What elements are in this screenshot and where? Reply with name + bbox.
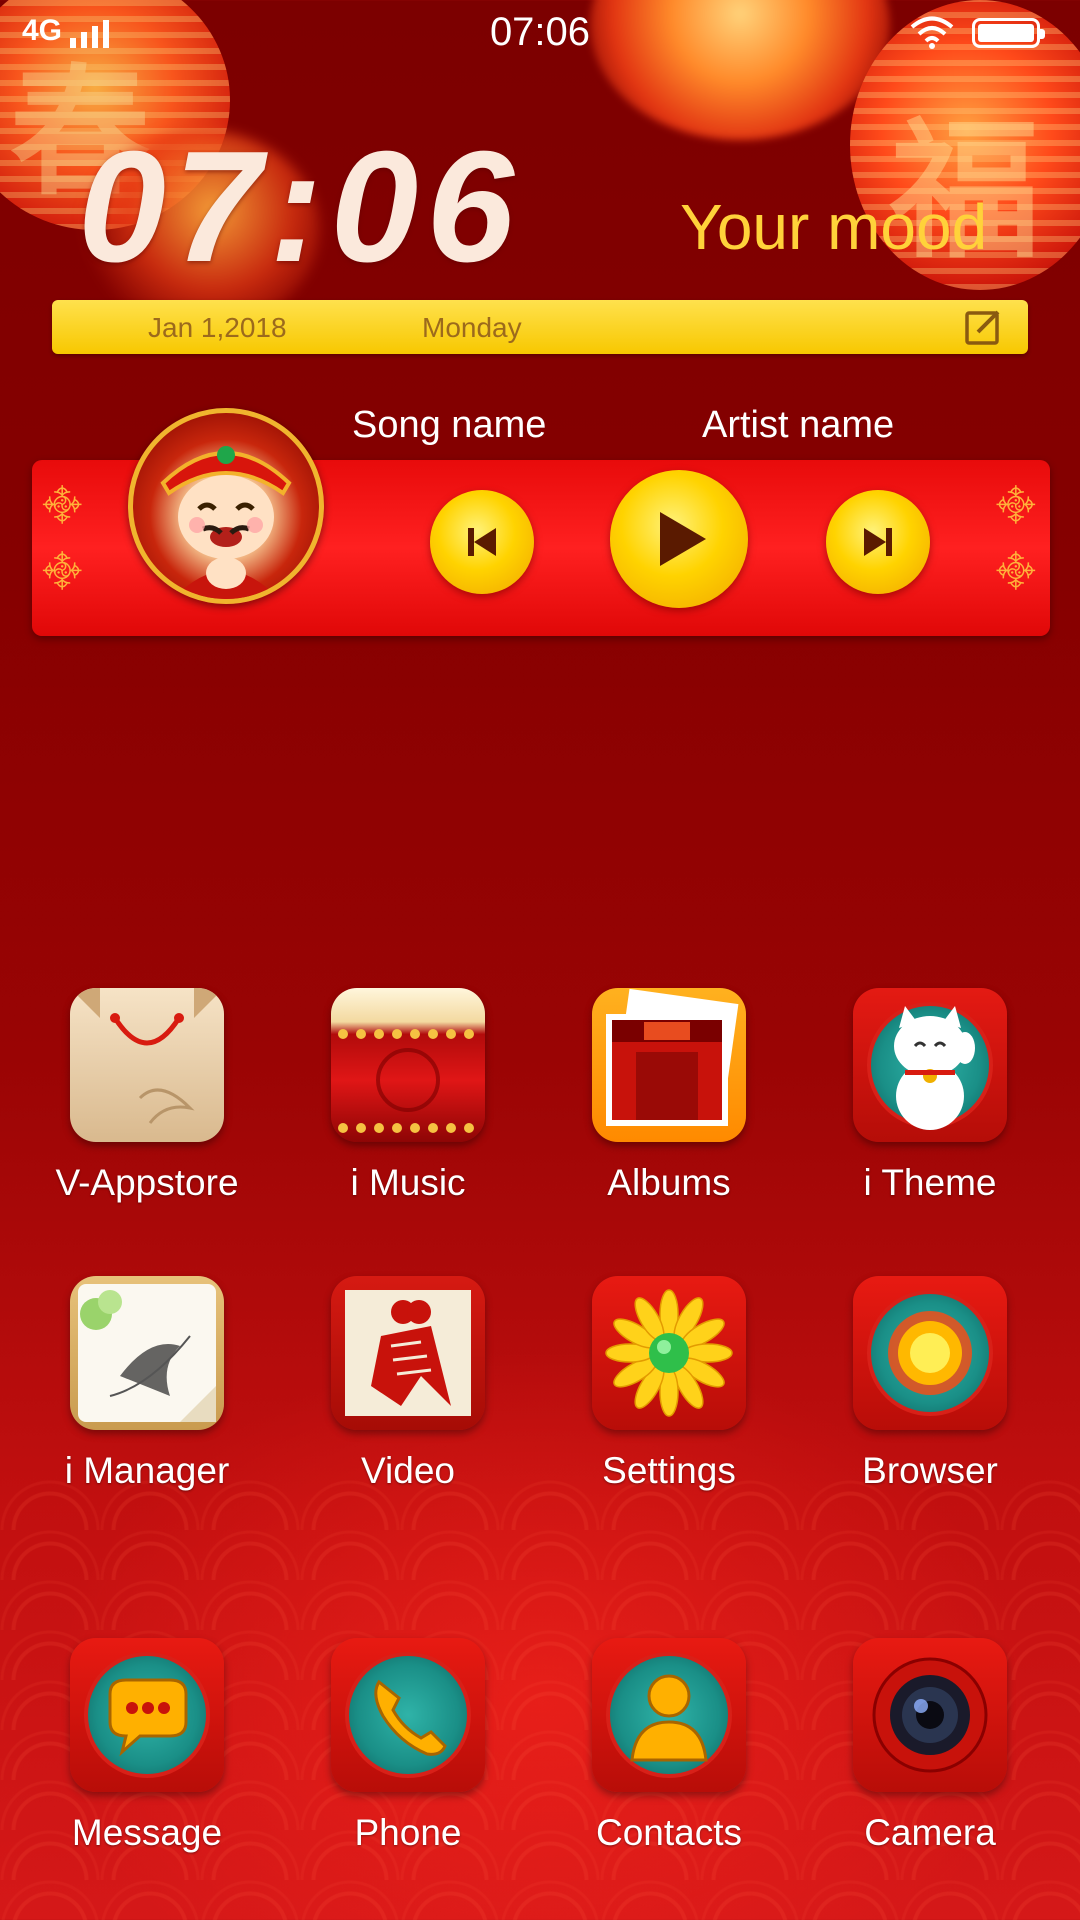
phone-icon bbox=[331, 1638, 485, 1792]
app-browser[interactable]: Browser bbox=[810, 1276, 1050, 1492]
app-label: Video bbox=[361, 1450, 455, 1491]
chrysanthemum-icon bbox=[592, 1276, 746, 1430]
chat-bubble-icon bbox=[70, 1638, 224, 1792]
photo-album-icon bbox=[592, 988, 746, 1142]
skip-forward-icon bbox=[864, 528, 892, 556]
dock-phone[interactable]: Phone bbox=[288, 1638, 528, 1854]
edit-icon[interactable] bbox=[964, 308, 1004, 346]
song-name: Song name bbox=[352, 404, 547, 446]
dock-contacts[interactable]: Contacts bbox=[549, 1638, 789, 1854]
drum-icon bbox=[331, 988, 485, 1142]
mood-text[interactable]: Your mood bbox=[680, 190, 987, 264]
app-v-appstore[interactable]: V-Appstore bbox=[27, 988, 267, 1204]
app-label: Browser bbox=[862, 1450, 998, 1491]
app-label: i Music bbox=[350, 1162, 466, 1203]
shopping-bag-icon bbox=[70, 988, 224, 1142]
album-art[interactable] bbox=[128, 408, 324, 604]
next-button[interactable] bbox=[826, 490, 930, 594]
clock-widget[interactable]: 07:06 bbox=[78, 128, 522, 286]
person-icon bbox=[592, 1638, 746, 1792]
app-label: Albums bbox=[607, 1162, 731, 1203]
previous-button[interactable] bbox=[430, 490, 534, 594]
dock-camera[interactable]: Camera bbox=[810, 1638, 1050, 1854]
dock-message[interactable]: Message bbox=[27, 1638, 267, 1854]
app-label: Message bbox=[71, 1812, 223, 1853]
wifi-icon bbox=[910, 16, 954, 49]
app-video[interactable]: Video bbox=[288, 1276, 528, 1492]
app-i-music[interactable]: i Music bbox=[288, 988, 528, 1204]
app-label: i Manager bbox=[64, 1450, 230, 1491]
sun-globe-icon bbox=[853, 1276, 1007, 1430]
date-bar[interactable]: Jan 1,2018 Monday bbox=[52, 300, 1028, 354]
app-label: Contacts bbox=[595, 1812, 742, 1853]
app-albums[interactable]: Albums bbox=[549, 988, 789, 1204]
app-settings[interactable]: Settings bbox=[549, 1276, 789, 1492]
ink-painting-icon bbox=[70, 1276, 224, 1430]
battery-icon bbox=[972, 18, 1045, 48]
play-icon bbox=[660, 512, 706, 566]
weekday-label: Monday bbox=[422, 312, 522, 343]
date-label: Jan 1,2018 bbox=[148, 312, 287, 343]
ornament-icon: ࿇ bbox=[995, 544, 1036, 595]
app-label: Camera bbox=[864, 1812, 996, 1853]
app-label: V-Appstore bbox=[55, 1162, 239, 1203]
app-i-theme[interactable]: i Theme bbox=[810, 988, 1050, 1204]
god-of-wealth-icon bbox=[160, 446, 292, 599]
app-i-manager[interactable]: i Manager bbox=[27, 1276, 267, 1492]
app-label: i Theme bbox=[863, 1162, 997, 1203]
status-bar: 4G 07:06 bbox=[0, 0, 1080, 66]
lucky-cat-icon bbox=[853, 988, 1007, 1142]
skip-back-icon bbox=[468, 528, 496, 556]
app-label: Settings bbox=[602, 1450, 736, 1491]
artist-name: Artist name bbox=[702, 404, 895, 446]
paper-cut-icon bbox=[331, 1276, 485, 1430]
app-label: Phone bbox=[354, 1812, 462, 1853]
ornament-icon: ࿇ bbox=[42, 544, 83, 595]
play-button[interactable] bbox=[610, 470, 748, 608]
camera-lens-icon bbox=[853, 1638, 1007, 1792]
